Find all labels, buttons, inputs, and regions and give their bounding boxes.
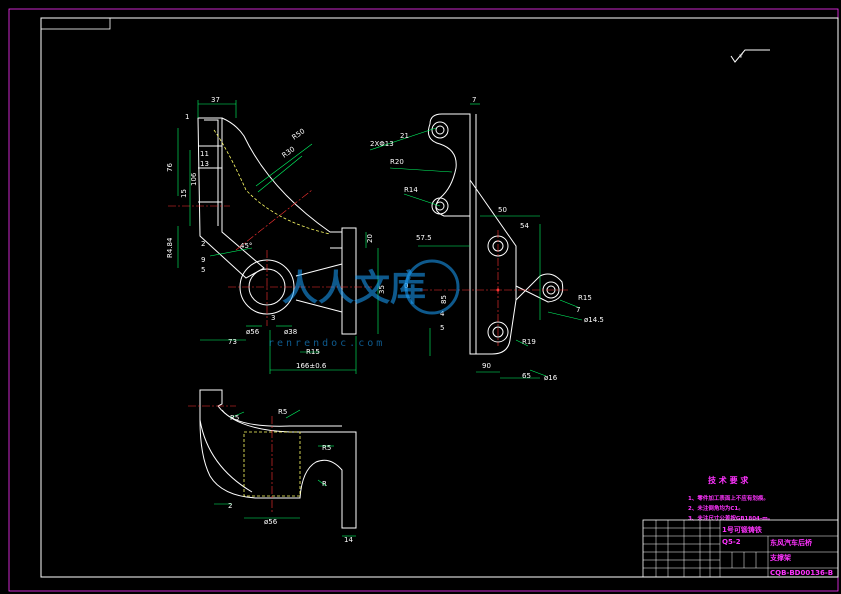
bottom-view: R5 R5 R5 R 2 ø56 14	[188, 389, 357, 544]
svg-text:11: 11	[200, 150, 209, 158]
svg-text:ø56: ø56	[264, 518, 278, 526]
svg-text:√: √	[739, 52, 744, 60]
svg-text:5: 5	[440, 324, 444, 332]
svg-text:R20: R20	[390, 158, 404, 166]
svg-text:90: 90	[482, 362, 491, 370]
technical-requirements: 技 术 要 求 1、零件加工表面上不应有划痕。 2、未注倒角均为C1。 3、未注…	[688, 475, 773, 522]
svg-text:R5: R5	[278, 408, 287, 416]
svg-text:85: 85	[440, 295, 448, 304]
svg-text:CQB-BD00136-B: CQB-BD00136-B	[770, 569, 833, 577]
svg-text:3、未注尺寸公差按GB1804-m。: 3、未注尺寸公差按GB1804-m。	[688, 514, 773, 522]
svg-text:支撑架: 支撑架	[769, 553, 791, 562]
svg-text:ø56: ø56	[246, 328, 260, 336]
svg-text:1: 1	[185, 113, 189, 121]
title-block: 1号可锻铸铁 Q5-2 东风汽车后桥 支撑架 CQB-BD00136-B	[642, 519, 839, 578]
svg-text:13: 13	[200, 160, 209, 168]
svg-text:54: 54	[520, 222, 529, 230]
svg-text:R14: R14	[404, 186, 418, 194]
svg-text:9: 9	[201, 256, 205, 264]
svg-text:3: 3	[271, 314, 275, 322]
svg-text:2XΦ13: 2XΦ13	[370, 140, 394, 148]
svg-text:1号可锻铸铁: 1号可锻铸铁	[722, 525, 762, 534]
svg-text:人人文库: 人人文库	[282, 268, 426, 309]
corner-label-box	[40, 17, 111, 30]
svg-text:renrendoc.com: renrendoc.com	[268, 338, 385, 349]
svg-text:R5: R5	[322, 444, 331, 452]
roughness-symbol: √	[730, 49, 770, 63]
svg-text:2、未注倒角均为C1。: 2、未注倒角均为C1。	[688, 504, 744, 512]
svg-text:Q5-2: Q5-2	[722, 538, 741, 546]
cad-drawing: √ 37 1 11 13 76 15 106 R4.84 2 9 5 R50 R…	[8, 8, 839, 592]
svg-text:2: 2	[201, 240, 205, 248]
svg-text:东风汽车后桥: 东风汽车后桥	[770, 538, 813, 547]
svg-text:1、零件加工表面上不应有划痕。: 1、零件加工表面上不应有划痕。	[688, 494, 769, 502]
svg-text:166±0.6: 166±0.6	[296, 362, 327, 370]
svg-text:21: 21	[400, 132, 409, 140]
svg-text:ø38: ø38	[284, 328, 297, 336]
svg-text:37: 37	[211, 96, 220, 104]
svg-text:20: 20	[366, 234, 374, 243]
svg-text:R5: R5	[230, 414, 239, 422]
side-view: 7 2XΦ13 21 R20 R14 50 54 57.5 0 4 5 85 R…	[369, 96, 604, 382]
svg-text:ø14.5: ø14.5	[584, 316, 604, 324]
svg-text:14: 14	[344, 536, 353, 544]
svg-text:15: 15	[180, 189, 188, 198]
svg-text:76: 76	[166, 163, 174, 172]
svg-text:R15: R15	[306, 348, 320, 356]
svg-text:7: 7	[576, 306, 580, 314]
front-view: 37 1 11 13 76 15 106 R4.84 2 9 5 R50 R30…	[166, 96, 386, 374]
svg-text:R50: R50	[291, 127, 307, 141]
svg-text:R: R	[322, 480, 327, 488]
svg-text:50: 50	[498, 206, 507, 214]
svg-text:45°: 45°	[240, 242, 252, 250]
svg-text:5: 5	[201, 266, 205, 274]
svg-text:R15: R15	[578, 294, 592, 302]
svg-text:65: 65	[522, 372, 531, 380]
svg-text:2: 2	[228, 502, 232, 510]
svg-text:73: 73	[228, 338, 237, 346]
svg-text:106: 106	[190, 172, 198, 186]
svg-text:R4.84: R4.84	[166, 237, 174, 258]
svg-text:57.5: 57.5	[416, 234, 432, 242]
svg-text:ø16: ø16	[544, 374, 558, 382]
svg-text:7: 7	[472, 96, 476, 104]
svg-text:技 术 要 求: 技 术 要 求	[708, 475, 749, 485]
svg-text:R19: R19	[522, 338, 536, 346]
